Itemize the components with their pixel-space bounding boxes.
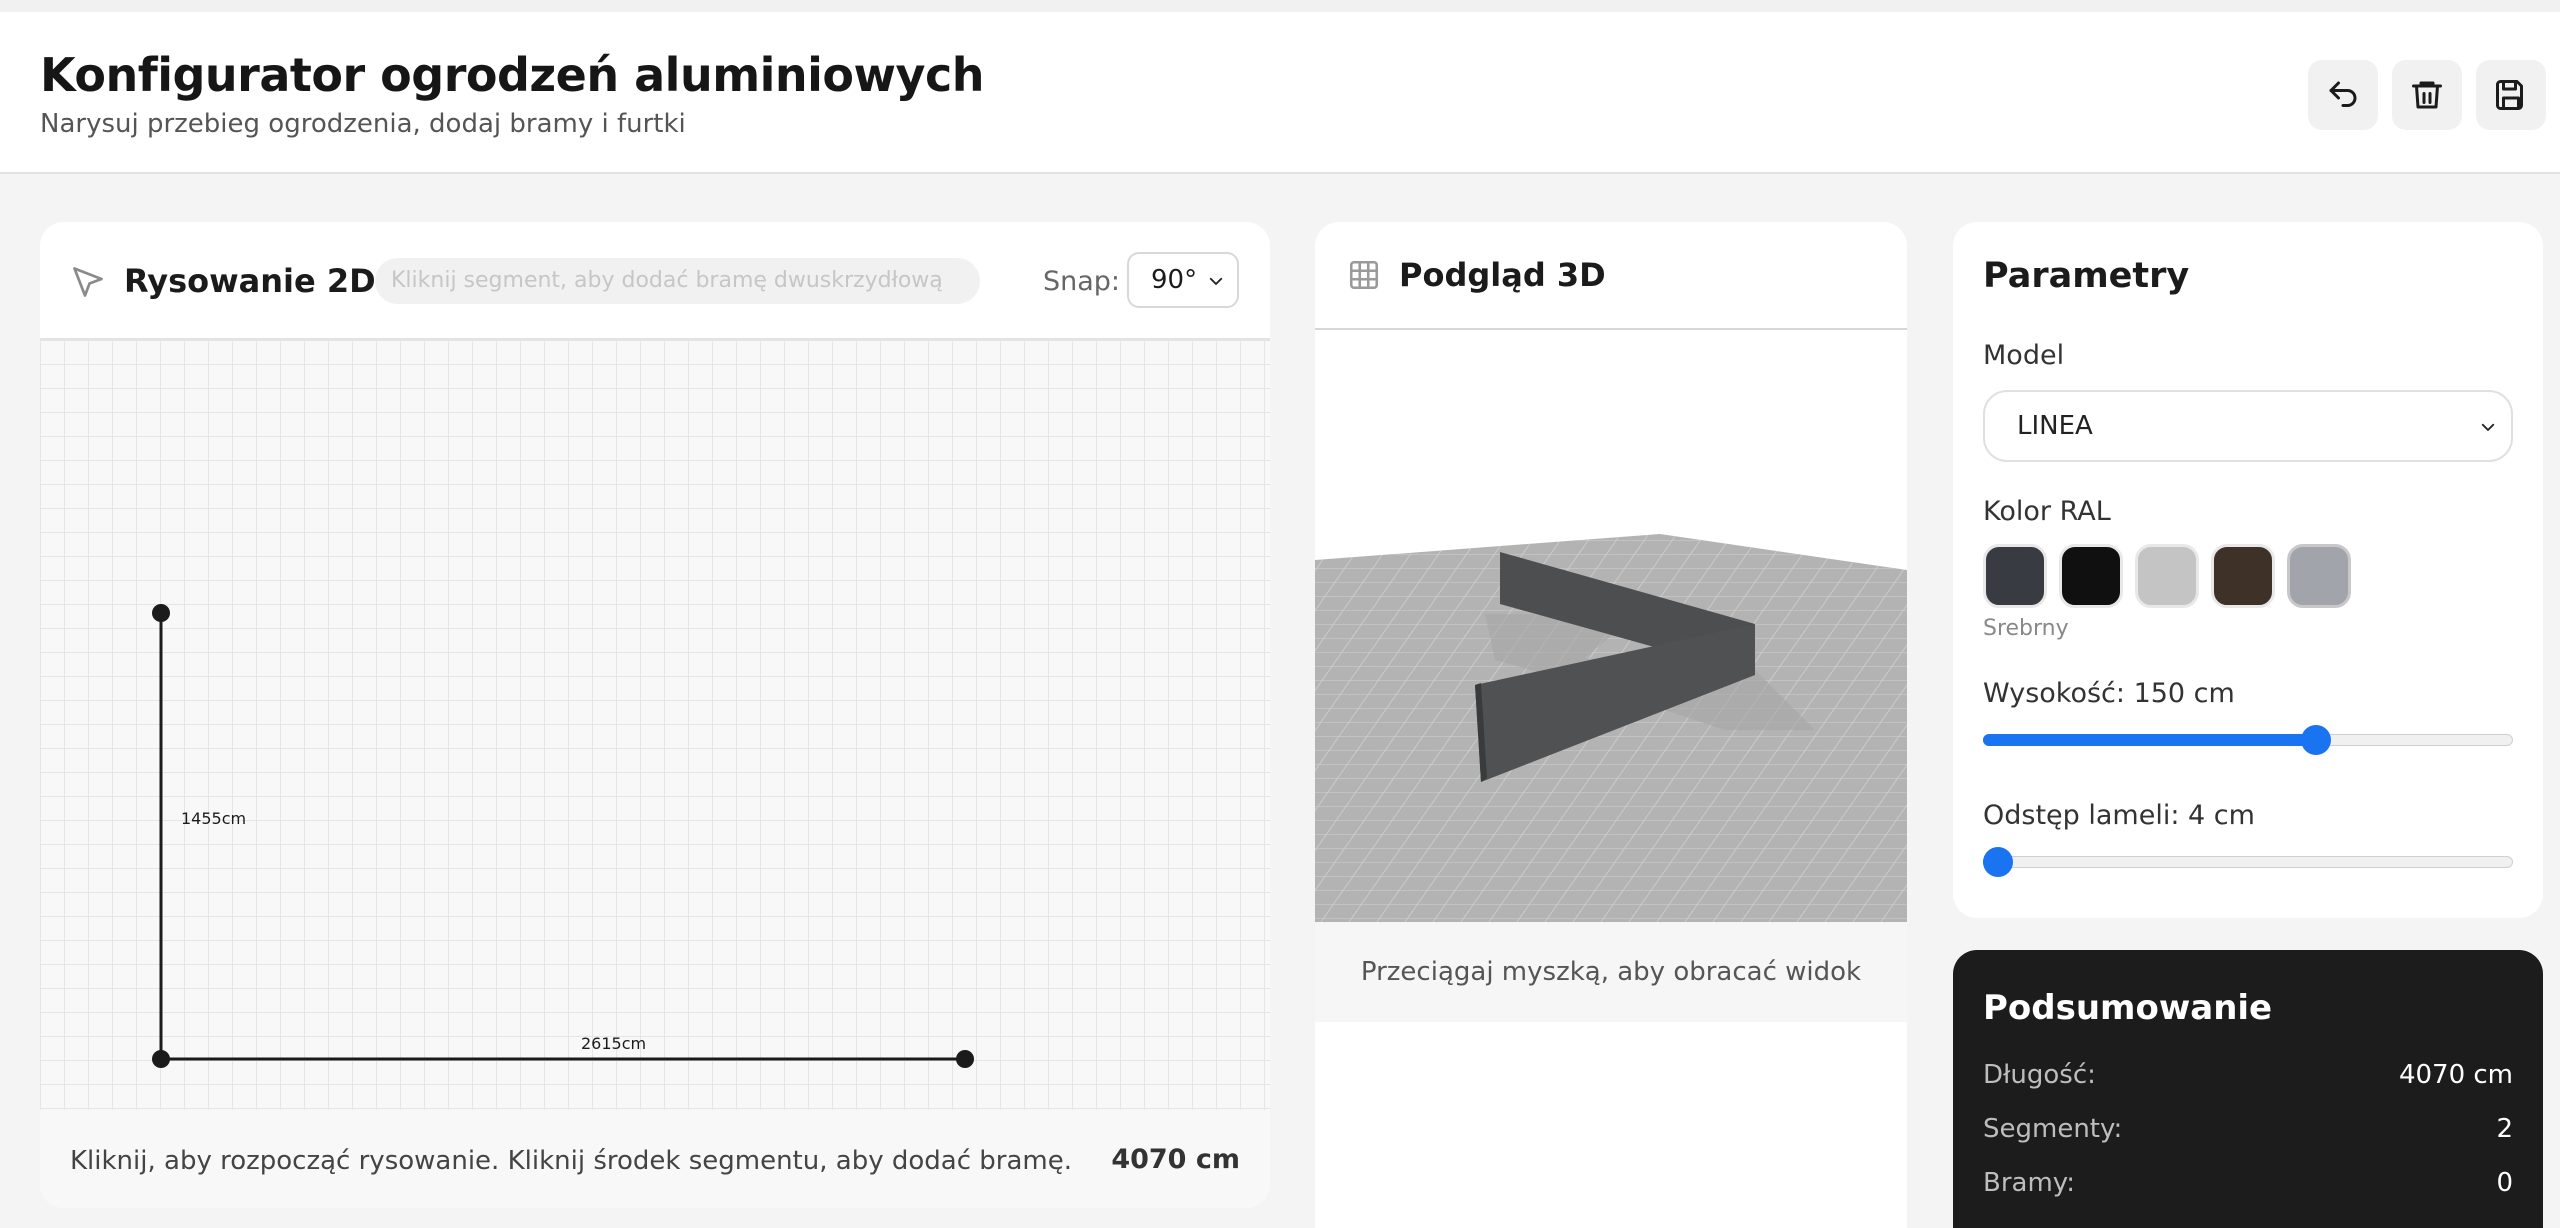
drawing-panel-title: Rysowanie 2D <box>124 262 376 300</box>
summary-value: 0 <box>2496 1168 2513 1198</box>
drawing-instructions: Kliknij, aby rozpocząć rysowanie. Klikni… <box>70 1146 1072 1176</box>
color-swatches <box>1983 544 2523 610</box>
summary-row-segments: Segmenty: 2 <box>1983 1114 2513 1150</box>
height-slider[interactable] <box>1983 724 2513 755</box>
summary-key: Bramy: <box>1983 1168 2076 1198</box>
summary-row-gates: Bramy: 0 <box>1983 1168 2513 1204</box>
preview-panel-header: Podgląd 3D <box>1315 222 1907 330</box>
color-swatch[interactable] <box>2135 544 2199 608</box>
model-value: LINEA <box>2017 411 2093 441</box>
preview-panel: Podgląd 3D Przeciągaj myszką, aby obraca… <box>1315 222 1907 1228</box>
summary-row-length: Długość: 4070 cm <box>1983 1060 2513 1096</box>
total-length: 4070 cm <box>1111 1144 1240 1175</box>
drawing-canvas[interactable]: 1455cm 2615cm <box>40 340 1270 1110</box>
drawing-footer: Kliknij, aby rozpocząć rysowanie. Klikni… <box>40 1110 1270 1208</box>
save-button[interactable] <box>2476 60 2546 130</box>
cursor-arrow-icon <box>73 267 103 297</box>
fence-node[interactable] <box>152 1050 170 1068</box>
color-swatch[interactable] <box>2059 544 2123 608</box>
gap-slider[interactable] <box>1983 846 2513 877</box>
segment-length-label: 1455cm <box>181 809 246 828</box>
preview-3d-canvas[interactable] <box>1315 330 1907 922</box>
grid-icon <box>1349 260 1379 290</box>
slider-thumb[interactable] <box>1983 847 2013 877</box>
model-label: Model <box>1983 340 2065 371</box>
summary-value: 4070 cm <box>2398 1060 2513 1090</box>
slider-track <box>1983 856 2513 868</box>
undo-icon <box>2329 81 2357 107</box>
chevron-down-icon <box>1209 277 1223 285</box>
summary-panel: Podsumowanie Długość: 4070 cm Segmenty: … <box>1953 950 2543 1228</box>
height-label: Wysokość: 150 cm <box>1983 678 2235 709</box>
color-swatch[interactable] <box>1983 544 2047 608</box>
parameters-title: Parametry <box>1983 256 2190 296</box>
fence-node[interactable] <box>152 604 170 622</box>
fence-node[interactable] <box>956 1050 974 1068</box>
summary-title: Podsumowanie <box>1983 988 2273 1028</box>
save-icon <box>2496 80 2523 110</box>
snap-label: Snap: <box>1043 266 1121 297</box>
app-header: Konfigurator ogrodzeń aluminiowych Narys… <box>0 12 2560 174</box>
summary-key: Długość: <box>1983 1060 2096 1090</box>
parameters-panel: Parametry Model LINEA Kolor RAL Srebrny … <box>1953 222 2543 918</box>
undo-button[interactable] <box>2308 60 2378 130</box>
snap-select[interactable]: 90° <box>1127 252 1239 308</box>
selected-color-name: Srebrny <box>1983 616 2069 641</box>
preview-panel-title: Podgląd 3D <box>1399 256 1606 294</box>
chevron-down-icon <box>2481 423 2495 431</box>
fence-3d-render <box>1315 534 1907 922</box>
color-label: Kolor RAL <box>1983 496 2111 527</box>
page-title: Konfigurator ogrodzeń aluminiowych <box>40 48 985 102</box>
page-subtitle: Narysuj przebieg ogrodzenia, dodaj bramy… <box>40 109 686 139</box>
fence-drawing: 1455cm 2615cm <box>152 604 974 1068</box>
slider-thumb[interactable] <box>2300 725 2331 755</box>
summary-value: 2 <box>2496 1114 2513 1144</box>
preview-hint: Przeciągaj myszką, aby obracać widok <box>1315 922 1907 1022</box>
model-select[interactable]: LINEA <box>1983 390 2513 462</box>
segment-length-label: 2615cm <box>581 1034 646 1053</box>
color-swatch[interactable] <box>2211 544 2275 608</box>
top-strip <box>0 0 2560 12</box>
drawing-panel: Rysowanie 2D Kliknij segment, aby dodać … <box>40 222 1270 1208</box>
summary-key: Segmenty: <box>1983 1114 2123 1144</box>
gap-label: Odstęp lameli: 4 cm <box>1983 800 2255 831</box>
color-swatch[interactable] <box>2287 544 2351 608</box>
snap-value: 90° <box>1151 265 1198 295</box>
drawing-hint: Kliknij segment, aby dodać bramę dwuskrz… <box>375 258 980 304</box>
slider-fill <box>1983 734 2316 746</box>
drawing-panel-header: Rysowanie 2D Kliknij segment, aby dodać … <box>40 222 1270 340</box>
delete-button[interactable] <box>2392 60 2462 130</box>
trash-icon <box>2412 81 2442 109</box>
